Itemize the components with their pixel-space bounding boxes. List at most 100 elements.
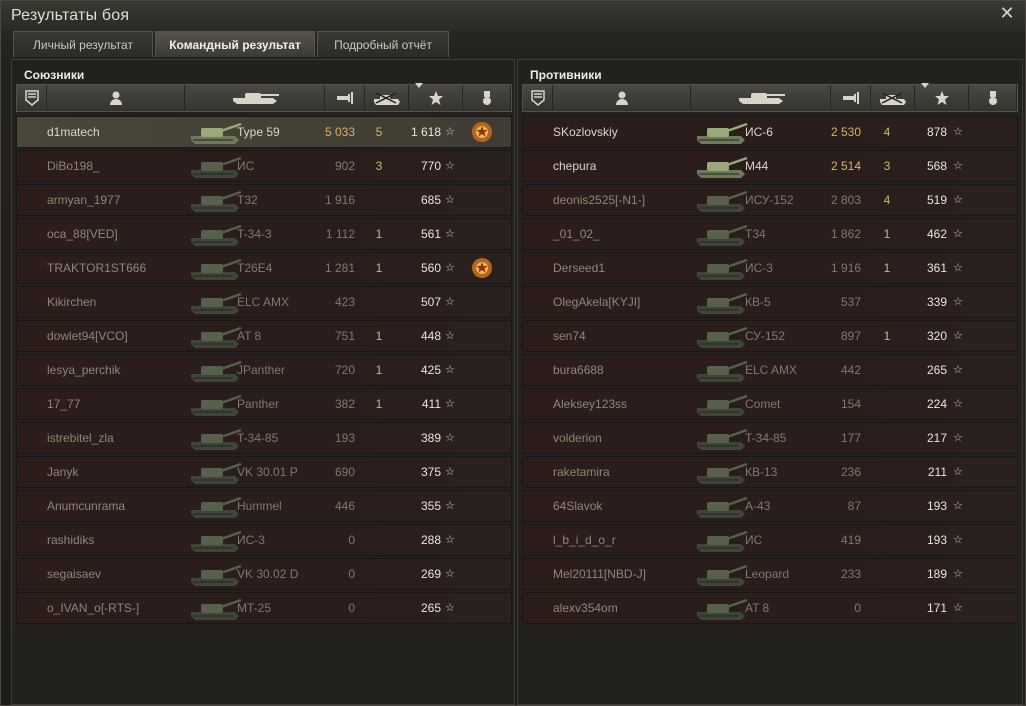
xp-value: 288 [420, 533, 441, 547]
xp-star-icon: ☆ [953, 465, 963, 478]
player-row[interactable]: volderion T-34-85 177 217 ☆ [522, 422, 1018, 454]
player-row[interactable]: chepura M44 2 514 3 568 ☆ [522, 150, 1018, 182]
medal-icon [988, 91, 997, 105]
tab-personal-result[interactable]: Личный результат [13, 31, 153, 57]
xp-star-icon: ☆ [445, 397, 455, 410]
player-row[interactable]: dowlet94[VCO] AT 8 751 1 448 ☆ [16, 320, 512, 352]
kills-value: 1 [375, 363, 383, 377]
squad-header[interactable] [17, 85, 47, 111]
player-row[interactable]: bura6688 ELC AMX 442 265 ☆ [522, 354, 1018, 386]
vehicle-header[interactable] [691, 85, 831, 111]
damage-value: 0 [348, 533, 355, 547]
player-row[interactable]: istrebitel_zla T-34-85 193 389 ☆ [16, 422, 512, 454]
xp-star-icon: ☆ [445, 159, 455, 172]
star-icon [428, 91, 443, 105]
player-name: volderion [553, 431, 602, 445]
player-row[interactable]: Kikirchen ELC AMX 423 507 ☆ [16, 286, 512, 318]
player-row[interactable]: rashidiks ИС-3 0 288 ☆ [16, 524, 512, 556]
kills-value [877, 559, 897, 589]
damage-value: 0 [348, 601, 355, 615]
kills-value: 1 [375, 261, 383, 275]
damage-value: 446 [334, 499, 355, 513]
xp-value: 375 [420, 465, 441, 479]
player-row[interactable]: raketamira КВ-13 236 211 ☆ [522, 456, 1018, 488]
player-row[interactable]: Janyk VK 30.01 P 690 375 ☆ [16, 456, 512, 488]
xp-star-icon: ☆ [953, 363, 963, 376]
xp-star-icon: ☆ [953, 193, 963, 206]
squad-icon [530, 90, 545, 106]
player-row[interactable]: o_IVAN_o[-RTS-] MT-25 0 265 ☆ [16, 592, 512, 624]
player-name: TRAKTOR1ST666 [47, 261, 147, 275]
player-icon [109, 91, 122, 105]
xp-value: 269 [420, 567, 441, 581]
damage-value: 442 [840, 363, 861, 377]
player-row[interactable]: d1matech Type 59 5 033 5 1 618 ☆ [16, 116, 512, 148]
player-header[interactable] [47, 85, 185, 111]
xp-value: 355 [420, 499, 441, 513]
vehicle-header[interactable] [185, 85, 325, 111]
tab-detailed-report[interactable]: Подробный отчёт [317, 31, 449, 57]
kills-value: 1 [883, 329, 891, 343]
player-row[interactable]: TRAKTOR1ST666 T26E4 1 281 1 560 ☆ [16, 252, 512, 284]
close-icon[interactable]: ✕ [997, 4, 1017, 24]
xp-star-icon: ☆ [445, 363, 455, 376]
damage-value: 0 [348, 567, 355, 581]
player-row[interactable]: armyan_1977 T32 1 916 685 ☆ [16, 184, 512, 216]
kills-header[interactable] [871, 85, 915, 111]
player-row[interactable]: OlegAkela[KYJI] КВ-5 537 339 ☆ [522, 286, 1018, 318]
player-row[interactable]: 17_77 Panther 382 1 411 ☆ [16, 388, 512, 420]
player-row[interactable]: Derseed1 ИС-3 1 916 1 361 ☆ [522, 252, 1018, 284]
xp-star-icon: ☆ [445, 431, 455, 444]
squad-header[interactable] [523, 85, 553, 111]
player-row[interactable]: sen74 СУ-152 897 1 320 ☆ [522, 320, 1018, 352]
kills-value [877, 525, 897, 555]
xp-star-icon: ☆ [445, 533, 455, 546]
player-row[interactable]: Aleksey123ss Comet 154 224 ☆ [522, 388, 1018, 420]
xp-header[interactable] [915, 83, 969, 111]
kills-value: 1 [375, 397, 383, 411]
player-row[interactable]: SKozlovskiy ИС-6 2 530 4 878 ☆ [522, 116, 1018, 148]
damage-value: 1 112 [325, 227, 355, 241]
damage-value: 1 916 [324, 193, 355, 207]
xp-value: 462 [926, 227, 947, 241]
kills-value [369, 423, 389, 453]
kills-value: 3 [375, 159, 383, 173]
player-row[interactable]: 64Slavok A-43 87 193 ☆ [522, 490, 1018, 522]
player-row[interactable]: DiBo198_ ИС 902 3 770 ☆ [16, 150, 512, 182]
player-row[interactable]: deonis2525[-N1-] ИСУ-152 2 803 4 519 ☆ [522, 184, 1018, 216]
medal-header[interactable] [969, 85, 1017, 111]
damage-header[interactable] [831, 85, 871, 111]
damage-header[interactable] [325, 85, 365, 111]
player-row[interactable]: l_b_i_d_o_r ИС 419 193 ☆ [522, 524, 1018, 556]
damage-value: 1 916 [830, 261, 861, 275]
xp-star-icon: ☆ [445, 601, 455, 614]
player-name: istrebitel_zla [47, 431, 114, 445]
player-row[interactable]: alexv354om AT 8 0 171 ☆ [522, 592, 1018, 624]
player-row[interactable]: lesya_perchik JPanther 720 1 425 ☆ [16, 354, 512, 386]
player-row[interactable]: _01_02_ T34 1 862 1 462 ☆ [522, 218, 1018, 250]
damage-value: 537 [840, 295, 861, 309]
xp-value: 224 [926, 397, 947, 411]
xp-star-icon: ☆ [953, 567, 963, 580]
player-row[interactable]: segaisaev VK 30.02 D 0 269 ☆ [16, 558, 512, 590]
player-row[interactable]: Anumcunrama Hummel 446 355 ☆ [16, 490, 512, 522]
star-icon [934, 91, 949, 105]
player-header[interactable] [553, 85, 691, 111]
xp-value: 171 [926, 601, 947, 615]
tab-team-result[interactable]: Командный результат [155, 31, 315, 57]
player-name: 64Slavok [553, 499, 603, 513]
xp-header[interactable] [409, 83, 463, 111]
player-row[interactable]: oca_88[VED] T-34-3 1 112 1 561 ☆ [16, 218, 512, 250]
xp-value: 770 [420, 159, 441, 173]
kills-header[interactable] [365, 85, 409, 111]
xp-star-icon: ☆ [953, 227, 963, 240]
xp-star-icon: ☆ [445, 125, 455, 138]
kills-value: 5 [375, 125, 383, 139]
xp-star-icon: ☆ [953, 261, 963, 274]
xp-value: 193 [926, 533, 947, 547]
xp-value: 320 [926, 329, 947, 343]
medal-header[interactable] [463, 85, 511, 111]
player-row[interactable]: Mel20111[NBD-J] Leopard 233 189 ☆ [522, 558, 1018, 590]
player-name: oca_88[VED] [47, 227, 118, 241]
damage-value: 193 [334, 431, 355, 445]
